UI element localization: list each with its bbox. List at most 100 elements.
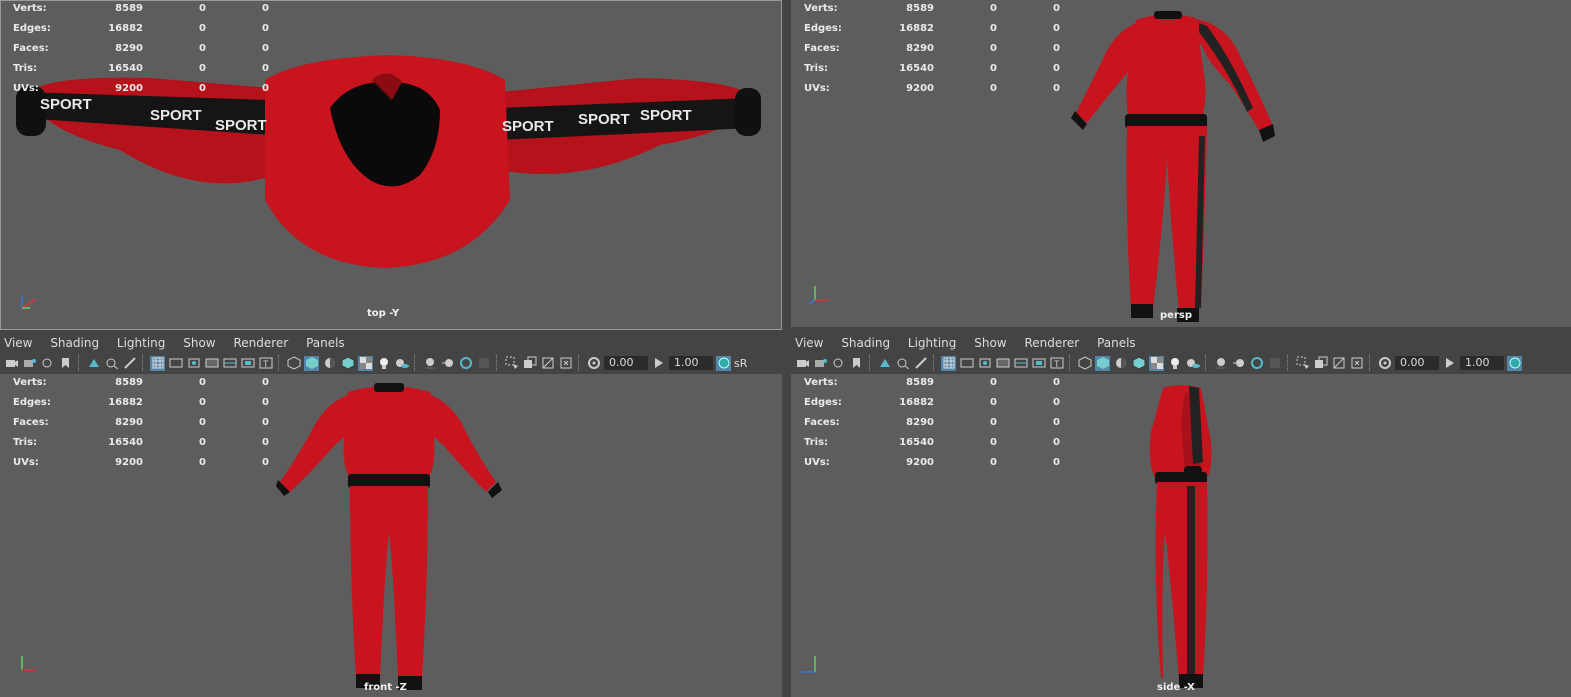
xray-components-icon[interactable] [558,356,573,371]
default-lighting-icon[interactable] [1113,356,1128,371]
shadows-icon[interactable] [1185,356,1200,371]
image-plane-icon[interactable] [877,356,892,371]
tracksuit-front-view[interactable] [276,382,502,697]
exposure-field[interactable]: 0.00 [1395,356,1439,370]
xray-joints-icon[interactable] [1331,356,1346,371]
hud-row-tris: Tris: 16540 0 0 [13,437,269,448]
motion-blur-icon[interactable] [440,356,455,371]
gate-mask-icon[interactable] [995,356,1010,371]
shadows-icon[interactable] [394,356,409,371]
hud-row-faces: Faces: 8290 0 0 [13,417,269,428]
shaded-wireframe-icon[interactable] [340,356,355,371]
xray-joints-icon[interactable] [540,356,555,371]
safe-action-icon[interactable] [1031,356,1046,371]
film-gate-icon[interactable] [959,356,974,371]
menu-show[interactable]: Show [183,336,215,350]
wireframe-icon[interactable] [286,356,301,371]
toolbar-separator [414,355,417,371]
resolution-gate-icon[interactable] [977,356,992,371]
default-lighting-icon[interactable] [322,356,337,371]
menu-panels[interactable]: Panels [1097,336,1136,350]
xray-components-icon[interactable] [1349,356,1364,371]
grease-pencil-icon[interactable] [913,356,928,371]
color-management-icon[interactable] [716,355,731,371]
motion-blur-icon[interactable] [1231,356,1246,371]
grease-pencil-icon[interactable] [122,356,137,371]
gate-mask-icon[interactable] [204,356,219,371]
grid-icon[interactable] [941,355,956,371]
menu-panels[interactable]: Panels [306,336,345,350]
bookmark-icon[interactable] [831,356,846,371]
shaded-wireframe-icon[interactable] [1131,356,1146,371]
depth-of-field-icon[interactable] [476,356,491,371]
menu-shading[interactable]: Shading [841,336,890,350]
field-chart-icon[interactable] [1013,356,1028,371]
bookmark-icon[interactable] [40,356,55,371]
viewport-side[interactable]: Verts: 8589 0 0 Edges: 16882 0 0 Faces: 8290 0 0 … [791,374,1571,697]
color-management-icon[interactable] [1507,355,1522,371]
tracksuit-persp-view[interactable] [1061,8,1281,327]
flag-icon[interactable] [849,356,864,371]
textured-icon[interactable] [358,355,373,371]
safe-action-icon[interactable] [240,356,255,371]
use-all-lights-icon[interactable] [376,356,391,371]
smooth-shade-icon[interactable] [1095,355,1110,371]
ambient-occlusion-icon[interactable] [1213,356,1228,371]
menu-show[interactable]: Show [974,336,1006,350]
ambient-occlusion-icon[interactable] [422,356,437,371]
xray-icon[interactable] [522,356,537,371]
viewport-persp[interactable]: Verts: 8589 0 0 Edges: 16882 0 0 Faces: 8290 0 0 … [791,0,1571,327]
pan-zoom-icon[interactable] [104,356,119,371]
exposure-icon[interactable] [586,356,601,371]
multisample-aa-icon[interactable] [1249,356,1264,371]
camera-icon[interactable] [795,356,810,371]
multisample-aa-icon[interactable] [458,356,473,371]
camera-attributes-icon[interactable] [813,356,828,371]
menu-renderer[interactable]: Renderer [1024,336,1079,350]
hud-row-tris: Tris: 16540 0 0 [13,63,269,74]
exposure-field[interactable]: 0.00 [604,356,648,370]
gamma-field[interactable]: 1.00 [1460,356,1504,370]
gamma-field[interactable]: 1.00 [669,356,713,370]
image-plane-icon[interactable] [86,356,101,371]
menu-renderer[interactable]: Renderer [233,336,288,350]
tape-text-right-2: SPORT [578,111,630,128]
flag-icon[interactable] [58,356,73,371]
toolbar-separator [933,355,936,371]
safe-title-icon[interactable]: T [1049,356,1064,371]
gamma-icon[interactable] [1442,356,1457,371]
hud-row-faces: Faces: 8290 0 0 [804,417,1060,428]
exposure-icon[interactable] [1377,356,1392,371]
tracksuit-side-view[interactable] [1141,382,1221,697]
depth-of-field-icon[interactable] [1267,356,1282,371]
wireframe-icon[interactable] [1077,356,1092,371]
resolution-gate-icon[interactable] [186,356,201,371]
menu-view[interactable]: View [4,336,32,350]
xray-icon[interactable] [1313,356,1328,371]
safe-title-icon[interactable]: T [258,356,273,371]
menu-lighting[interactable]: Lighting [908,336,957,350]
poly-count-hud: Verts: 8589 0 0 Edges: 16882 0 0 Faces: 8290 0 0 … [804,0,1064,99]
isolate-select-icon[interactable] [504,356,519,371]
smooth-shade-icon[interactable] [304,355,319,371]
film-gate-icon[interactable] [168,356,183,371]
viewport-front[interactable]: Verts: 8589 0 0 Edges: 16882 0 0 Faces: 8290 0 0 … [0,374,782,697]
panel-menu-bar-front: View Shading Lighting Show Renderer Pane… [0,334,786,352]
isolate-select-icon[interactable] [1295,356,1310,371]
menu-lighting[interactable]: Lighting [117,336,166,350]
camera-attributes-icon[interactable] [22,356,37,371]
poly-count-hud: Verts: 8589 0 0 Edges: 16882 0 0 Faces: 8290 0 0 … [13,0,273,99]
use-all-lights-icon[interactable] [1167,356,1182,371]
hud-row-verts: Verts: 8589 0 0 [13,377,269,388]
grid-icon[interactable] [150,355,165,371]
field-chart-icon[interactable] [222,356,237,371]
camera-icon[interactable] [4,356,19,371]
menu-shading[interactable]: Shading [50,336,99,350]
gamma-icon[interactable] [651,356,666,371]
pan-zoom-icon[interactable] [895,356,910,371]
textured-icon[interactable] [1149,355,1164,371]
menu-view[interactable]: View [795,336,823,350]
view-transform-label[interactable]: sR [734,357,747,370]
poly-count-hud: Verts: 8589 0 0 Edges: 16882 0 0 Faces: 8290 0 0 … [13,374,273,473]
viewport-top[interactable]: Verts: 8589 0 0 Edges: 16882 0 0 Faces: 8290 0 0 … [0,0,782,330]
